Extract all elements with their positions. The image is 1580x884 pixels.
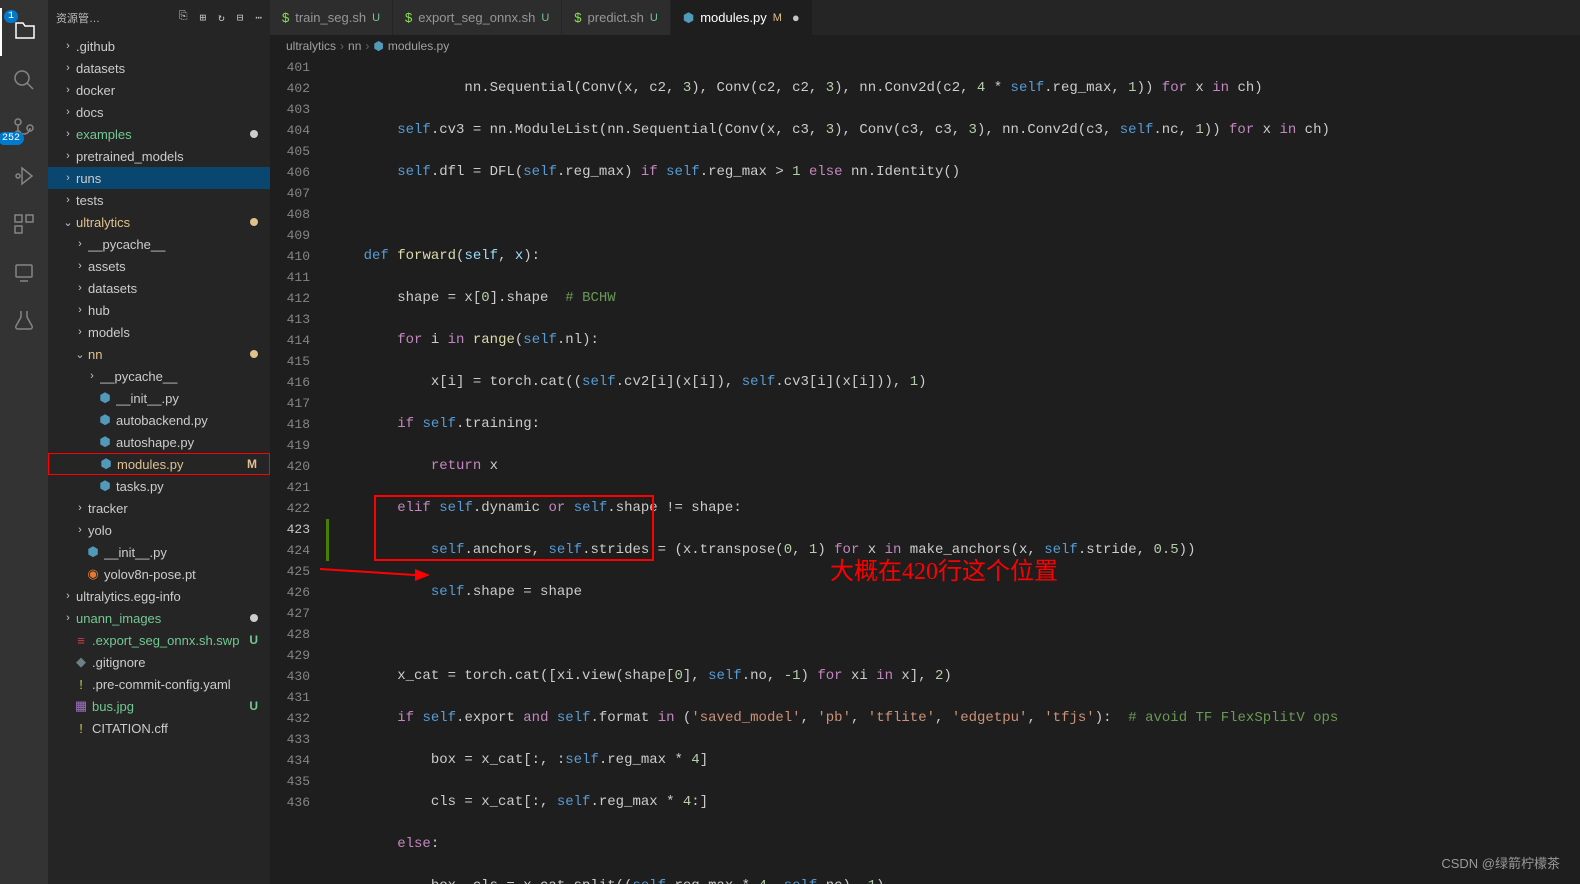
- collapse-icon[interactable]: ⊟: [237, 11, 244, 25]
- extensions-icon[interactable]: [0, 200, 48, 248]
- activity-bar: 1 252: [0, 0, 48, 884]
- tab-modules[interactable]: ⬢modules.pyM●: [671, 0, 813, 35]
- tree-item-yolov8n[interactable]: ◉yolov8n-pose.pt: [48, 563, 270, 585]
- tree-item-pretrained[interactable]: ›pretrained_models: [48, 145, 270, 167]
- tree-item-hub[interactable]: ›hub: [48, 299, 270, 321]
- tree-item-docker[interactable]: ›docker: [48, 79, 270, 101]
- tab-predict[interactable]: $predict.shU: [562, 0, 671, 35]
- tree-item-yolo[interactable]: ›yolo: [48, 519, 270, 541]
- tree-item-export-swp[interactable]: ≡.export_seg_onnx.sh.swpU: [48, 629, 270, 651]
- editor[interactable]: 4014024034044054064074084094104114124134…: [270, 57, 1580, 884]
- tree-item-bus[interactable]: ▦bus.jpgU: [48, 695, 270, 717]
- badge-252: 252: [0, 132, 24, 145]
- tree-item-docs[interactable]: ›docs: [48, 101, 270, 123]
- sidebar-header: 资源管… ⎘ ⊞ ↻ ⊟ ⋯: [48, 0, 270, 35]
- tree-item-modules[interactable]: ⬢modules.pyM: [48, 453, 270, 475]
- tree-item-pycache2[interactable]: ›__pycache__: [48, 365, 270, 387]
- refresh-icon[interactable]: ↻: [218, 11, 225, 25]
- tree-item-autoshape[interactable]: ⬢autoshape.py: [48, 431, 270, 453]
- tree-item-github[interactable]: ›.github: [48, 35, 270, 57]
- sidebar-title: 资源管…: [56, 10, 173, 26]
- tree-item-tracker[interactable]: ›tracker: [48, 497, 270, 519]
- close-icon[interactable]: ●: [792, 10, 800, 25]
- testing-icon[interactable]: [0, 296, 48, 344]
- tree-item-init[interactable]: ⬢__init__.py: [48, 387, 270, 409]
- search-icon[interactable]: [0, 56, 48, 104]
- new-file-icon[interactable]: ⎘: [179, 11, 188, 25]
- arrow-icon: [320, 515, 488, 629]
- tree-item-datasets2[interactable]: ›datasets: [48, 277, 270, 299]
- tree-item-citation[interactable]: !CITATION.cff: [48, 717, 270, 739]
- tree-item-nn[interactable]: ⌄nn: [48, 343, 270, 365]
- tree-item-runs[interactable]: ›runs: [48, 167, 270, 189]
- tree-item-assets[interactable]: ›assets: [48, 255, 270, 277]
- remote-icon[interactable]: [0, 248, 48, 296]
- code[interactable]: nn.Sequential(Conv(x, c2, 3), Conv(c2, c…: [330, 57, 1580, 884]
- tab-train-seg[interactable]: $train_seg.shU: [270, 0, 393, 35]
- gutter: 4014024034044054064074084094104114124134…: [270, 57, 330, 884]
- tree-item-unann[interactable]: ›unann_images: [48, 607, 270, 629]
- explorer-icon[interactable]: 1: [0, 8, 48, 56]
- tree-item-egginfo[interactable]: ›ultralytics.egg-info: [48, 585, 270, 607]
- source-control-icon[interactable]: 252: [0, 104, 48, 152]
- annotation: 大概在420行这个位置: [830, 562, 1058, 583]
- tree-item-examples[interactable]: ›examples: [48, 123, 270, 145]
- tree-item-datasets[interactable]: ›datasets: [48, 57, 270, 79]
- tree-item-autobackend[interactable]: ⬢autobackend.py: [48, 409, 270, 431]
- tree-item-gitignore[interactable]: ◆.gitignore: [48, 651, 270, 673]
- watermark: CSDN @绿箭柠檬茶: [1441, 853, 1560, 872]
- badge-1: 1: [4, 10, 18, 23]
- new-folder-icon[interactable]: ⊞: [200, 11, 207, 25]
- more-icon[interactable]: ⋯: [255, 11, 262, 25]
- tree-item-tasks[interactable]: ⬢tasks.py: [48, 475, 270, 497]
- tree-item-models[interactable]: ›models: [48, 321, 270, 343]
- tree-item-pycache[interactable]: ›__pycache__: [48, 233, 270, 255]
- breadcrumb[interactable]: ultralytics› nn› ⬢modules.py: [270, 35, 1580, 57]
- tree-item-tests[interactable]: ›tests: [48, 189, 270, 211]
- tree-item-precommit[interactable]: !.pre-commit-config.yaml: [48, 673, 270, 695]
- tab-export-seg[interactable]: $export_seg_onnx.shU: [393, 0, 562, 35]
- editor-area: $train_seg.shU $export_seg_onnx.shU $pre…: [270, 0, 1580, 884]
- sidebar: 资源管… ⎘ ⊞ ↻ ⊟ ⋯ ›.github ›datasets ›docke…: [48, 0, 270, 884]
- tabs: $train_seg.shU $export_seg_onnx.shU $pre…: [270, 0, 1580, 35]
- debug-icon[interactable]: [0, 152, 48, 200]
- tree-item-ultralytics[interactable]: ⌄ultralytics: [48, 211, 270, 233]
- tree-item-init2[interactable]: ⬢__init__.py: [48, 541, 270, 563]
- file-tree: ›.github ›datasets ›docker ›docs ›exampl…: [48, 35, 270, 884]
